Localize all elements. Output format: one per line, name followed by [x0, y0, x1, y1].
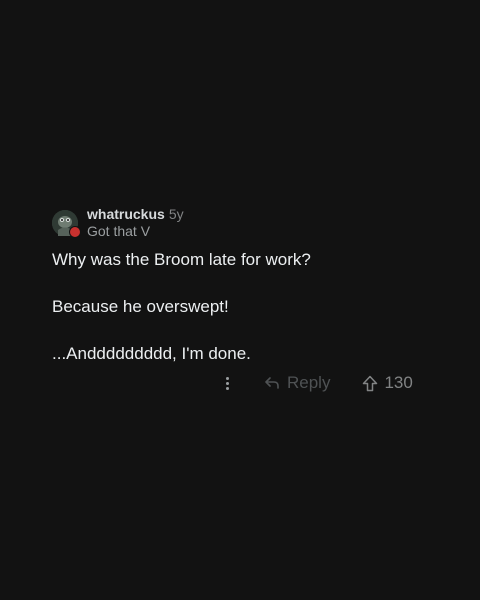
- comment: whatruckus 5y Got that V Why was the Broo…: [52, 206, 432, 364]
- vote-score: 130: [384, 373, 413, 392]
- comment-age: 5y: [168, 206, 184, 222]
- comment-header: whatruckus 5y Got that V: [52, 206, 432, 240]
- reply-label: Reply: [287, 373, 331, 392]
- user-flair: Got that V: [87, 223, 151, 239]
- upvote-arrow-icon: [362, 375, 378, 392]
- comment-body: Why was the Broom late for work? Because…: [52, 250, 432, 364]
- comment-actions: Reply 130: [222, 372, 413, 394]
- user-avatar-icon[interactable]: [52, 210, 81, 238]
- more-options-icon[interactable]: [222, 376, 232, 390]
- username-link[interactable]: whatruckus: [87, 206, 165, 222]
- comment-paragraph: Why was the Broom late for work?: [52, 250, 311, 269]
- reply-arrow-icon: [264, 376, 280, 390]
- reply-button[interactable]: Reply: [264, 373, 330, 393]
- avatar-badge: [69, 226, 81, 238]
- upvote-button[interactable]: 130: [362, 373, 413, 393]
- comment-paragraph: Because he overswept!: [52, 297, 229, 316]
- comment-meta: whatruckus 5y Got that V: [87, 206, 184, 240]
- comment-paragraph: ...Anddddddddd, I'm done.: [52, 344, 251, 363]
